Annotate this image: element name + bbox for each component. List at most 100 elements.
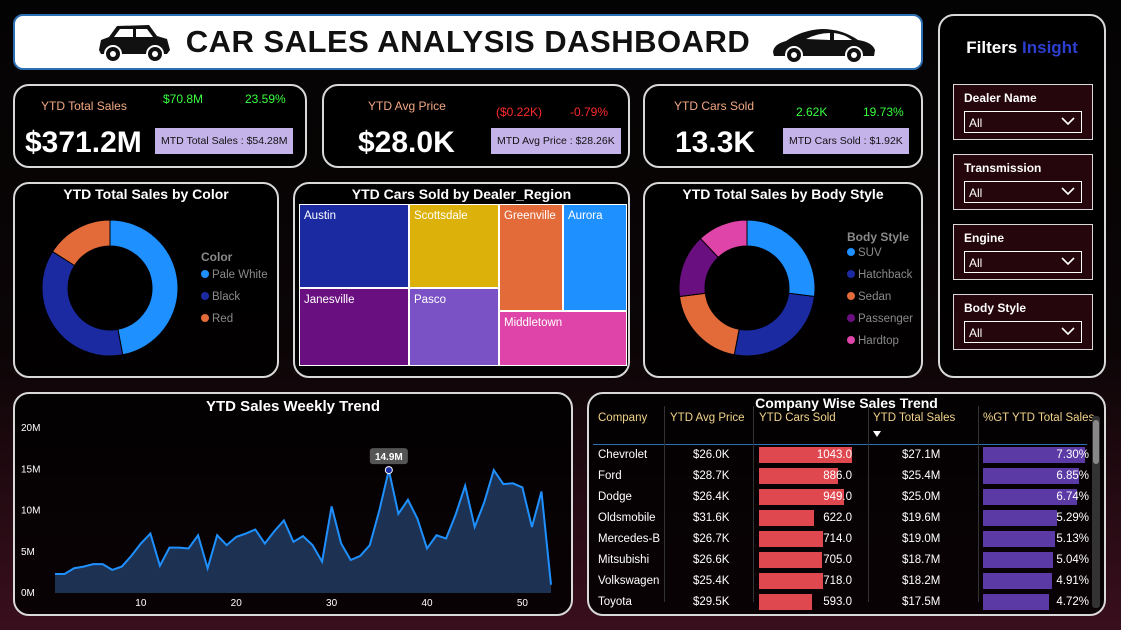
avg-price-cell: $31.6K xyxy=(693,512,730,524)
filter-value: All xyxy=(969,186,983,200)
cars-sold-value: 593.0 xyxy=(823,596,852,608)
kpi-label: YTD Avg Price xyxy=(368,99,446,113)
treemap-label: Scottsdale xyxy=(414,210,468,222)
engine-select[interactable]: All xyxy=(964,251,1082,273)
legend-dot xyxy=(201,270,209,278)
avg-price-cell: $28.7K xyxy=(693,470,730,482)
total-sales-cell: $19.6M xyxy=(902,512,941,524)
filter-label: Transmission xyxy=(964,161,1042,175)
treemap-cell-middletown[interactable]: Middletown xyxy=(499,311,627,366)
filter-body-style: Body Style All xyxy=(953,294,1093,350)
kpi-value: $28.0K xyxy=(358,126,455,159)
treemap-cell-scottsdale[interactable]: Scottsdale xyxy=(409,204,499,288)
filter-label: Dealer Name xyxy=(964,91,1037,105)
kpi-change-value: ($0.22K) xyxy=(496,105,543,119)
legend-item: Hardtop xyxy=(847,335,899,347)
chart-title: YTD Total Sales by Color xyxy=(63,186,229,202)
color-donut-slice-pale-white[interactable] xyxy=(109,219,179,356)
total-sales-cell: $18.7M xyxy=(902,554,941,566)
kpi-card-ytd-total-sales: YTD Total Sales $70.8M 23.59% $371.2M MT… xyxy=(13,84,307,168)
treemap-cell-pasco[interactable]: Pasco xyxy=(409,288,499,366)
legend-label: Passenger xyxy=(858,313,913,325)
sort-desc-icon[interactable] xyxy=(873,431,881,437)
treemap-label: Greenville xyxy=(504,210,556,222)
sports-car-icon xyxy=(773,29,875,64)
legend-item: Sedan xyxy=(847,291,891,303)
column-header-cars-sold[interactable]: YTD Cars Sold xyxy=(759,412,836,424)
legend-label: Hardtop xyxy=(858,335,899,347)
filters-title-main: Filters xyxy=(966,38,1018,57)
legend-dot xyxy=(847,248,855,256)
y-tick-label: 10M xyxy=(21,506,40,517)
gt-pct-value: 6.74% xyxy=(1056,491,1089,503)
chevron-down-icon xyxy=(1061,257,1075,266)
column-header-gt-pct[interactable]: %GT YTD Total Sales xyxy=(983,412,1094,424)
total-sales-cell: $17.5M xyxy=(902,596,941,608)
filter-transmission: Transmission All xyxy=(953,154,1093,210)
scrollbar-thumb[interactable] xyxy=(1093,420,1099,464)
avg-price-cell: $26.6K xyxy=(693,554,730,566)
y-tick-label: 0M xyxy=(21,588,35,599)
legend-dot xyxy=(201,292,209,300)
total-sales-cell: $18.2M xyxy=(902,575,941,587)
body-donut-slice-suv[interactable] xyxy=(746,219,816,298)
treemap-cell-aurora[interactable]: Aurora xyxy=(563,204,627,311)
treemap-cell-greenville[interactable]: Greenville xyxy=(499,204,563,311)
total-sales-cell: $27.1M xyxy=(902,449,941,461)
title-bar: CAR SALES ANALYSIS DASHBOARD xyxy=(13,14,923,70)
column-header-avg-price[interactable]: YTD Avg Price xyxy=(670,412,745,424)
vertical-scrollbar[interactable] xyxy=(1092,416,1100,608)
kpi-change-pct: 23.59% xyxy=(245,92,286,106)
trend-highlight-point[interactable] xyxy=(384,466,393,475)
gt-pct-value: 5.29% xyxy=(1056,512,1089,524)
filter-dealer-name: Dealer Name All xyxy=(953,84,1093,140)
kpi-label: YTD Cars Sold xyxy=(674,99,755,113)
cars-sold-value: 622.0 xyxy=(823,512,852,524)
legend-item: Pale White xyxy=(201,269,268,281)
y-tick-label: 15M xyxy=(21,464,40,475)
legend-item: Hatchback xyxy=(847,269,912,281)
color-donut-slice-black[interactable] xyxy=(41,250,124,357)
legend-dot xyxy=(201,314,209,322)
table-body: Company YTD Avg Price YTD Cars Sold YTD … xyxy=(589,394,1104,614)
filters-title: Filters Insight xyxy=(940,38,1104,58)
company-cell: Mitsubishi xyxy=(598,554,650,566)
gt-pct-value: 4.91% xyxy=(1056,575,1089,587)
legend-label: SUV xyxy=(858,247,882,259)
chart-title: YTD Cars Sold by Dealer_Region xyxy=(351,186,572,202)
treemap-cell-austin[interactable]: Austin xyxy=(299,204,409,288)
kpi-card-ytd-avg-price: YTD Avg Price ($0.22K) -0.79% $28.0K MTD… xyxy=(322,84,630,168)
trend-plot: 0M 5M 10M 15M 20M 10 20 30 40 50 14.9M xyxy=(21,423,552,609)
company-cell: Volkswagen xyxy=(598,575,660,587)
legend-dot xyxy=(847,270,855,278)
column-header-total-sales[interactable]: YTD Total Sales xyxy=(873,412,955,424)
x-tick-label: 10 xyxy=(135,598,147,609)
company-sales-table: Company Wise Sales Trend Company YTD Avg… xyxy=(587,392,1106,616)
x-tick-label: 50 xyxy=(517,598,529,609)
gt-pct-value: 5.04% xyxy=(1056,554,1089,566)
dealer-name-select[interactable]: All xyxy=(964,111,1082,133)
total-sales-cell: $25.0M xyxy=(902,491,941,503)
treemap-label: Aurora xyxy=(568,210,603,222)
total-sales-cell: $25.4M xyxy=(902,470,941,482)
filters-title-accent: Insight xyxy=(1022,38,1078,57)
treemap-label: Pasco xyxy=(414,294,446,306)
kpi-card-ytd-cars-sold: YTD Cars Sold 2.62K 19.73% 13.3K MTD Car… xyxy=(643,84,923,168)
cars-sold-value: 718.0 xyxy=(823,575,852,587)
legend-item: Passenger xyxy=(847,313,913,325)
chart-title: YTD Total Sales by Body Style xyxy=(682,186,884,202)
cars-sold-value: 1043.0 xyxy=(816,449,852,461)
chevron-down-icon xyxy=(1061,117,1075,126)
body-style-select[interactable]: All xyxy=(964,321,1082,343)
filter-label: Body Style xyxy=(964,301,1027,315)
body-style-donut xyxy=(678,219,816,357)
filter-label: Engine xyxy=(964,231,1005,245)
trend-area xyxy=(55,470,551,593)
treemap-cell-janesville[interactable]: Janesville xyxy=(299,288,409,366)
body-donut-slice-sedan[interactable] xyxy=(678,292,740,356)
body-donut-slice-hatchback[interactable] xyxy=(733,292,816,357)
legend-item: SUV xyxy=(847,247,882,259)
chevron-down-icon xyxy=(1061,327,1075,336)
transmission-select[interactable]: All xyxy=(964,181,1082,203)
column-header-company[interactable]: Company xyxy=(598,412,647,424)
